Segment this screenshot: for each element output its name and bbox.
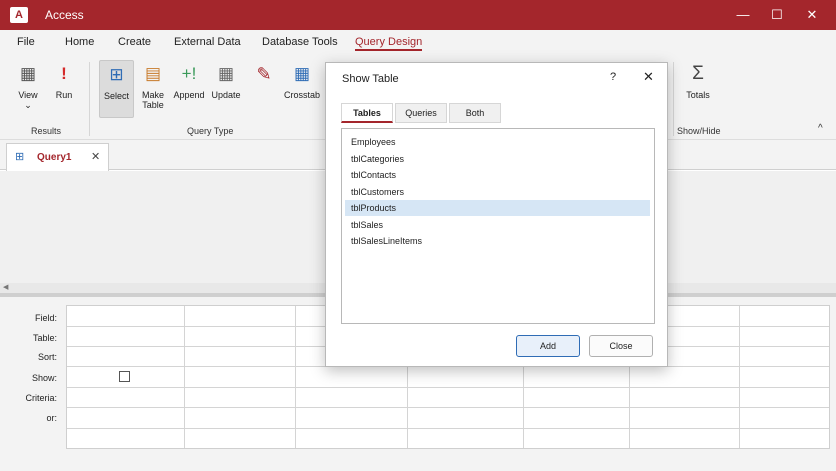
document-tab-query1[interactable]: ⊞ Query1 ✕ [6, 143, 109, 171]
tab-external-data[interactable]: External Data [174, 36, 241, 48]
append-icon: +! [181, 64, 197, 83]
show-checkbox[interactable] [119, 371, 130, 382]
make-table-icon: ▤ [144, 64, 162, 83]
access-logo-icon: A [10, 7, 28, 23]
grid-line [67, 387, 829, 388]
row-label-criteria: Criteria: [25, 393, 57, 403]
close-button[interactable]: Close [589, 335, 653, 357]
row-label-field: Field: [34, 313, 57, 323]
row-label-show: Show: [31, 373, 57, 383]
help-icon[interactable]: ? [610, 71, 616, 83]
list-item[interactable]: tblCustomers [345, 184, 650, 200]
collapse-ribbon-icon[interactable]: ^ [818, 123, 823, 134]
tab-query-design[interactable]: Query Design [355, 36, 423, 51]
grid-line [295, 306, 296, 448]
app-title: Access [45, 8, 84, 22]
grid-line [739, 306, 740, 448]
tab-home[interactable]: Home [65, 36, 94, 48]
group-label-query-type: Query Type [187, 126, 234, 136]
make-table-label-1: Make [141, 90, 164, 100]
scroll-left-icon[interactable]: ◀ [3, 283, 8, 293]
append-label: Append [173, 90, 205, 100]
close-dialog-icon[interactable]: ✕ [643, 69, 654, 85]
chevron-down-icon: ⌄ [24, 100, 32, 110]
update-label: Update [211, 90, 241, 100]
pencil-button[interactable]: ✎ [252, 60, 276, 118]
add-button[interactable]: Add [516, 335, 580, 357]
show-table-dialog: Show Table ? ✕ Tables Queries Both Emplo… [325, 62, 668, 367]
tab-database-tools[interactable]: Database Tools [262, 36, 338, 48]
document-tab-label: Query1 [37, 152, 72, 163]
make-table-button[interactable]: ▤ Make Table [138, 60, 168, 118]
list-item[interactable]: tblSalesLineItems [345, 233, 650, 249]
group-divider [673, 62, 674, 136]
crosstab-label: Crosstab [283, 90, 320, 100]
tab-tables[interactable]: Tables [341, 103, 393, 123]
list-item[interactable]: Employees [345, 134, 650, 150]
ribbon-tabs: File Home Create External Data Database … [0, 30, 836, 56]
run-button[interactable]: ! Run [50, 60, 78, 118]
grid-line [67, 407, 829, 408]
tab-both[interactable]: Both [449, 103, 501, 123]
tab-file[interactable]: File [17, 36, 35, 48]
totals-label: Totals [686, 90, 710, 100]
pencil-icon: ✎ [256, 64, 272, 84]
make-table-label-2: Table [142, 100, 164, 110]
dialog-tabs: Tables Queries Both [341, 103, 501, 123]
totals-icon: Σ [692, 63, 704, 84]
title-bar: A Access — ☐ ✕ [0, 0, 836, 30]
list-item[interactable]: tblCategories [345, 151, 650, 167]
tab-queries[interactable]: Queries [395, 103, 447, 123]
view-icon: ▦ [19, 64, 37, 83]
append-button[interactable]: +! Append [172, 60, 206, 118]
group-label-show-hide: Show/Hide [677, 126, 721, 136]
totals-button[interactable]: Σ Totals [683, 60, 713, 118]
select-label: Select [103, 91, 129, 101]
select-query-button[interactable]: ⊞ Select [99, 60, 134, 118]
group-divider [89, 62, 90, 136]
update-button[interactable]: ▦ Update [209, 60, 243, 118]
run-icon: ! [61, 64, 67, 83]
select-query-icon: ⊞ [109, 65, 124, 84]
update-icon: ▦ [217, 64, 235, 83]
row-label-or: or: [46, 413, 57, 423]
close-window-button[interactable]: ✕ [802, 6, 822, 24]
maximize-button[interactable]: ☐ [767, 6, 787, 24]
dialog-title: Show Table [342, 73, 399, 85]
list-item[interactable]: tblContacts [345, 167, 650, 183]
view-label: View [18, 90, 38, 100]
query-icon: ⊞ [15, 151, 25, 163]
minimize-button[interactable]: — [733, 6, 753, 24]
tab-create[interactable]: Create [118, 36, 151, 48]
close-tab-icon[interactable]: ✕ [91, 150, 100, 163]
table-list[interactable]: Employees tblCategories tblContacts tblC… [341, 128, 655, 324]
run-label: Run [55, 90, 73, 100]
group-label-results: Results [31, 126, 62, 136]
row-label-sort: Sort: [37, 352, 57, 362]
grid-line [67, 428, 829, 429]
list-item[interactable]: tblSales [345, 217, 650, 233]
crosstab-button[interactable]: ▦ Crosstab [283, 60, 321, 118]
crosstab-icon: ▦ [293, 64, 311, 83]
list-item-selected[interactable]: tblProducts [345, 200, 650, 216]
grid-line [184, 306, 185, 448]
view-button[interactable]: ▦ View ⌄ [12, 60, 44, 118]
row-label-table: Table: [32, 333, 57, 343]
